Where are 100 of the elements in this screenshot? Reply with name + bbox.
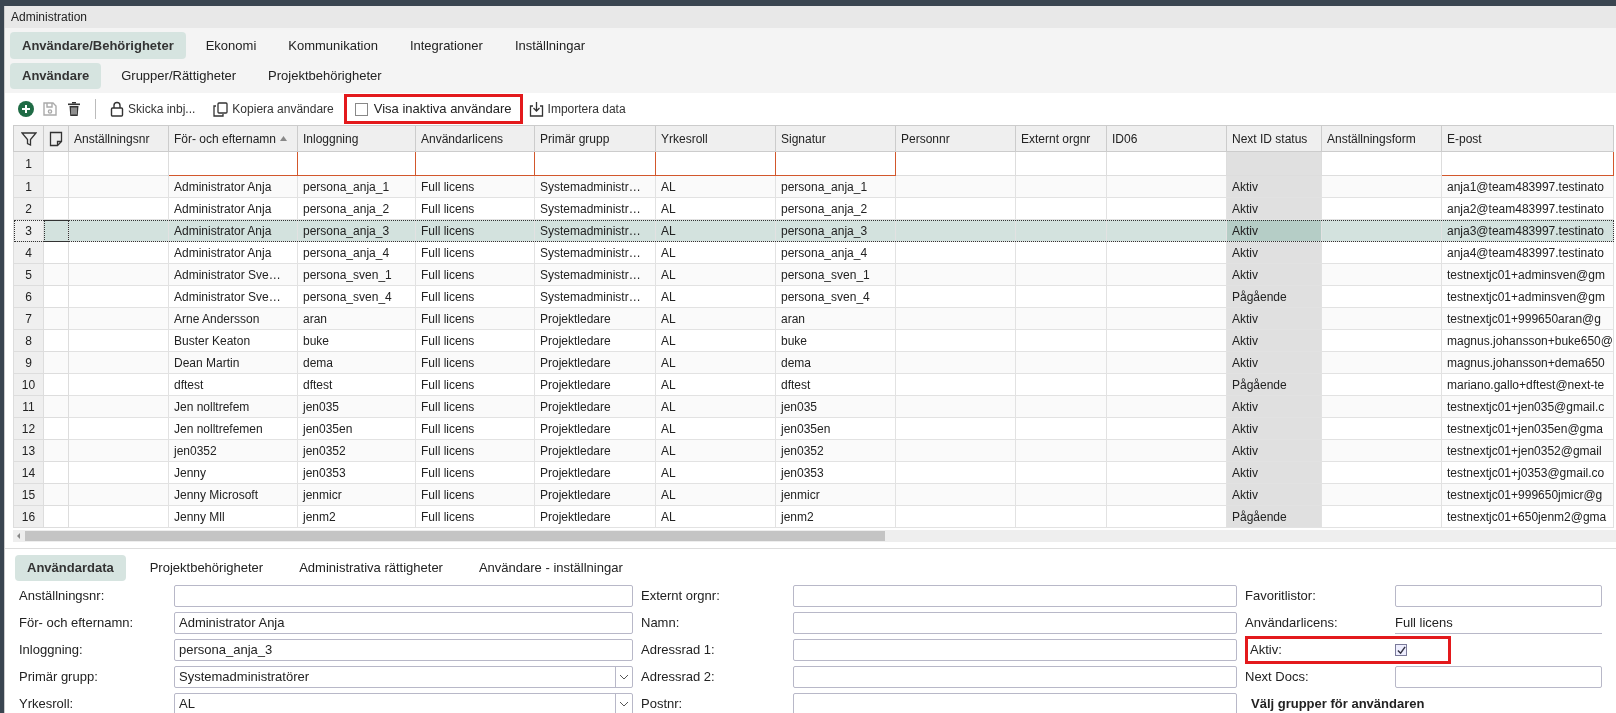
text-field[interactable] [174,585,633,607]
row-number[interactable]: 4 [13,241,44,264]
table-cell: testnextjc01+jen035@gmail.c [1441,395,1614,418]
text-field[interactable] [793,693,1237,713]
field-label: Next Docs: [1245,668,1310,687]
table-cell: anja2@team483997.testinato [1441,197,1614,220]
tab[interactable]: Användare - inställningar [466,555,635,581]
table-cell: Projektledare [534,439,656,462]
field-label: För- och efternamn: [19,614,135,633]
tab[interactable]: Ekonomi [193,32,269,59]
row-number[interactable]: 3 [13,219,44,242]
table-cell: Full licens [415,197,535,220]
table-cell: testnextjc01+999650aran@g [1441,307,1614,330]
copy-icon [213,101,229,117]
row-number[interactable]: 2 [13,197,44,220]
table-cell: Projektledare [534,329,656,352]
table-cell: anja1@team483997.testinato [1441,175,1614,198]
table-cell: dftest [297,373,416,396]
text-field[interactable] [1395,585,1602,607]
field-label: Adressrad 1: [641,641,716,660]
filter-field[interactable] [775,151,896,176]
filter-field[interactable] [1441,151,1614,176]
table-cell: Projektledare [534,351,656,374]
text-field[interactable] [793,585,1237,607]
row-number[interactable]: 14 [13,461,44,484]
filter-field[interactable] [415,151,535,176]
table-cell: Arne Andersson [168,307,298,330]
tab[interactable]: Administrativa rättigheter [287,555,455,581]
table-cell: Full licens [415,175,535,198]
table-cell: jenm2 [297,505,416,528]
filter-icon[interactable] [20,130,37,147]
row-number[interactable]: 16 [13,505,44,528]
text-field[interactable] [793,612,1237,634]
table-cell: Jenny [168,461,298,484]
table-cell: testnextjc01+jen0352@gmail [1441,439,1614,462]
field-label: Yrkesroll: [19,695,75,713]
table-cell: Administrator Sve… [168,263,298,286]
table-cell: AL [655,483,776,506]
table-cell: dftest [775,373,896,396]
table-cell: AL [655,175,776,198]
row-number[interactable]: 12 [13,417,44,440]
row-number[interactable]: 15 [13,483,44,506]
dropdown-field[interactable]: AL [174,693,633,713]
import-button[interactable]: Importera data [524,98,630,120]
text-field[interactable]: Administrator Anja [174,612,633,634]
tab[interactable]: Kommunikation [276,32,390,59]
table-cell: Buster Keaton [168,329,298,352]
note-icon[interactable] [49,130,63,147]
row-number[interactable]: 1 [13,175,44,198]
table-cell: Full licens [415,417,535,440]
tab[interactable]: Projektbehörigheter [256,63,394,89]
row-number[interactable]: 10 [13,373,44,396]
filter-field[interactable] [534,151,656,176]
text-field[interactable] [793,639,1237,661]
tab[interactable]: Användare/Behörigheter [10,32,186,59]
row-number[interactable]: 6 [13,285,44,308]
tab[interactable]: Projektbehörigheter [137,555,276,581]
table-cell: buke [775,329,896,352]
horizontal-scrollbar[interactable] [13,530,1616,542]
dropdown-field[interactable]: Systemadministratörer [174,666,633,688]
tab[interactable]: Integrationer [397,32,495,59]
table-cell: testnextjc01+jen035en@gma [1441,417,1614,440]
active-checkbox[interactable] [1395,644,1407,656]
table-cell: Full licens [415,307,535,330]
table-cell: jenmicr [775,483,896,506]
table-cell: jen0352 [775,439,896,462]
table-cell: jen035en [297,417,416,440]
row-number[interactable]: 13 [13,439,44,462]
copy-button[interactable]: Kopiera användare [209,98,338,120]
tab[interactable]: Grupper/Rättigheter [109,63,249,89]
add-button[interactable] [15,98,37,120]
import-icon [528,101,544,117]
row-number[interactable]: 9 [13,351,44,374]
filter-field[interactable] [297,151,416,176]
tab[interactable]: Användardata [15,555,126,581]
field-label: Namn: [641,614,681,633]
text-field[interactable]: persona_anja_3 [174,639,633,661]
table-cell: Systemadministr… [534,219,656,242]
table-cell: Systemadministr… [534,263,656,286]
text-field[interactable] [1395,666,1602,688]
invite-button[interactable]: Skicka inbj... [106,98,200,120]
check-icon [1396,645,1406,655]
tab[interactable]: Inställningar [502,32,597,59]
row-number[interactable]: 8 [13,329,44,352]
scrollbar-thumb[interactable] [25,531,885,541]
table-cell: Projektledare [534,373,656,396]
table-cell: Systemadministr… [534,197,656,220]
row-number[interactable]: 7 [13,307,44,330]
text-field[interactable] [793,666,1237,688]
row-number[interactable]: 5 [13,263,44,286]
filter-field[interactable] [655,151,776,176]
column-header[interactable]: E-post [1447,129,1482,148]
column-header[interactable]: ID06 [1112,129,1138,148]
filter-field[interactable] [168,151,298,176]
chevron-down-icon [619,701,629,707]
field-label: Aktiv: [1249,641,1283,660]
table-cell: Systemadministr… [534,241,656,264]
table-cell: Full licens [415,395,535,418]
row-number[interactable]: 11 [13,395,44,418]
tab[interactable]: Användare [10,63,102,89]
